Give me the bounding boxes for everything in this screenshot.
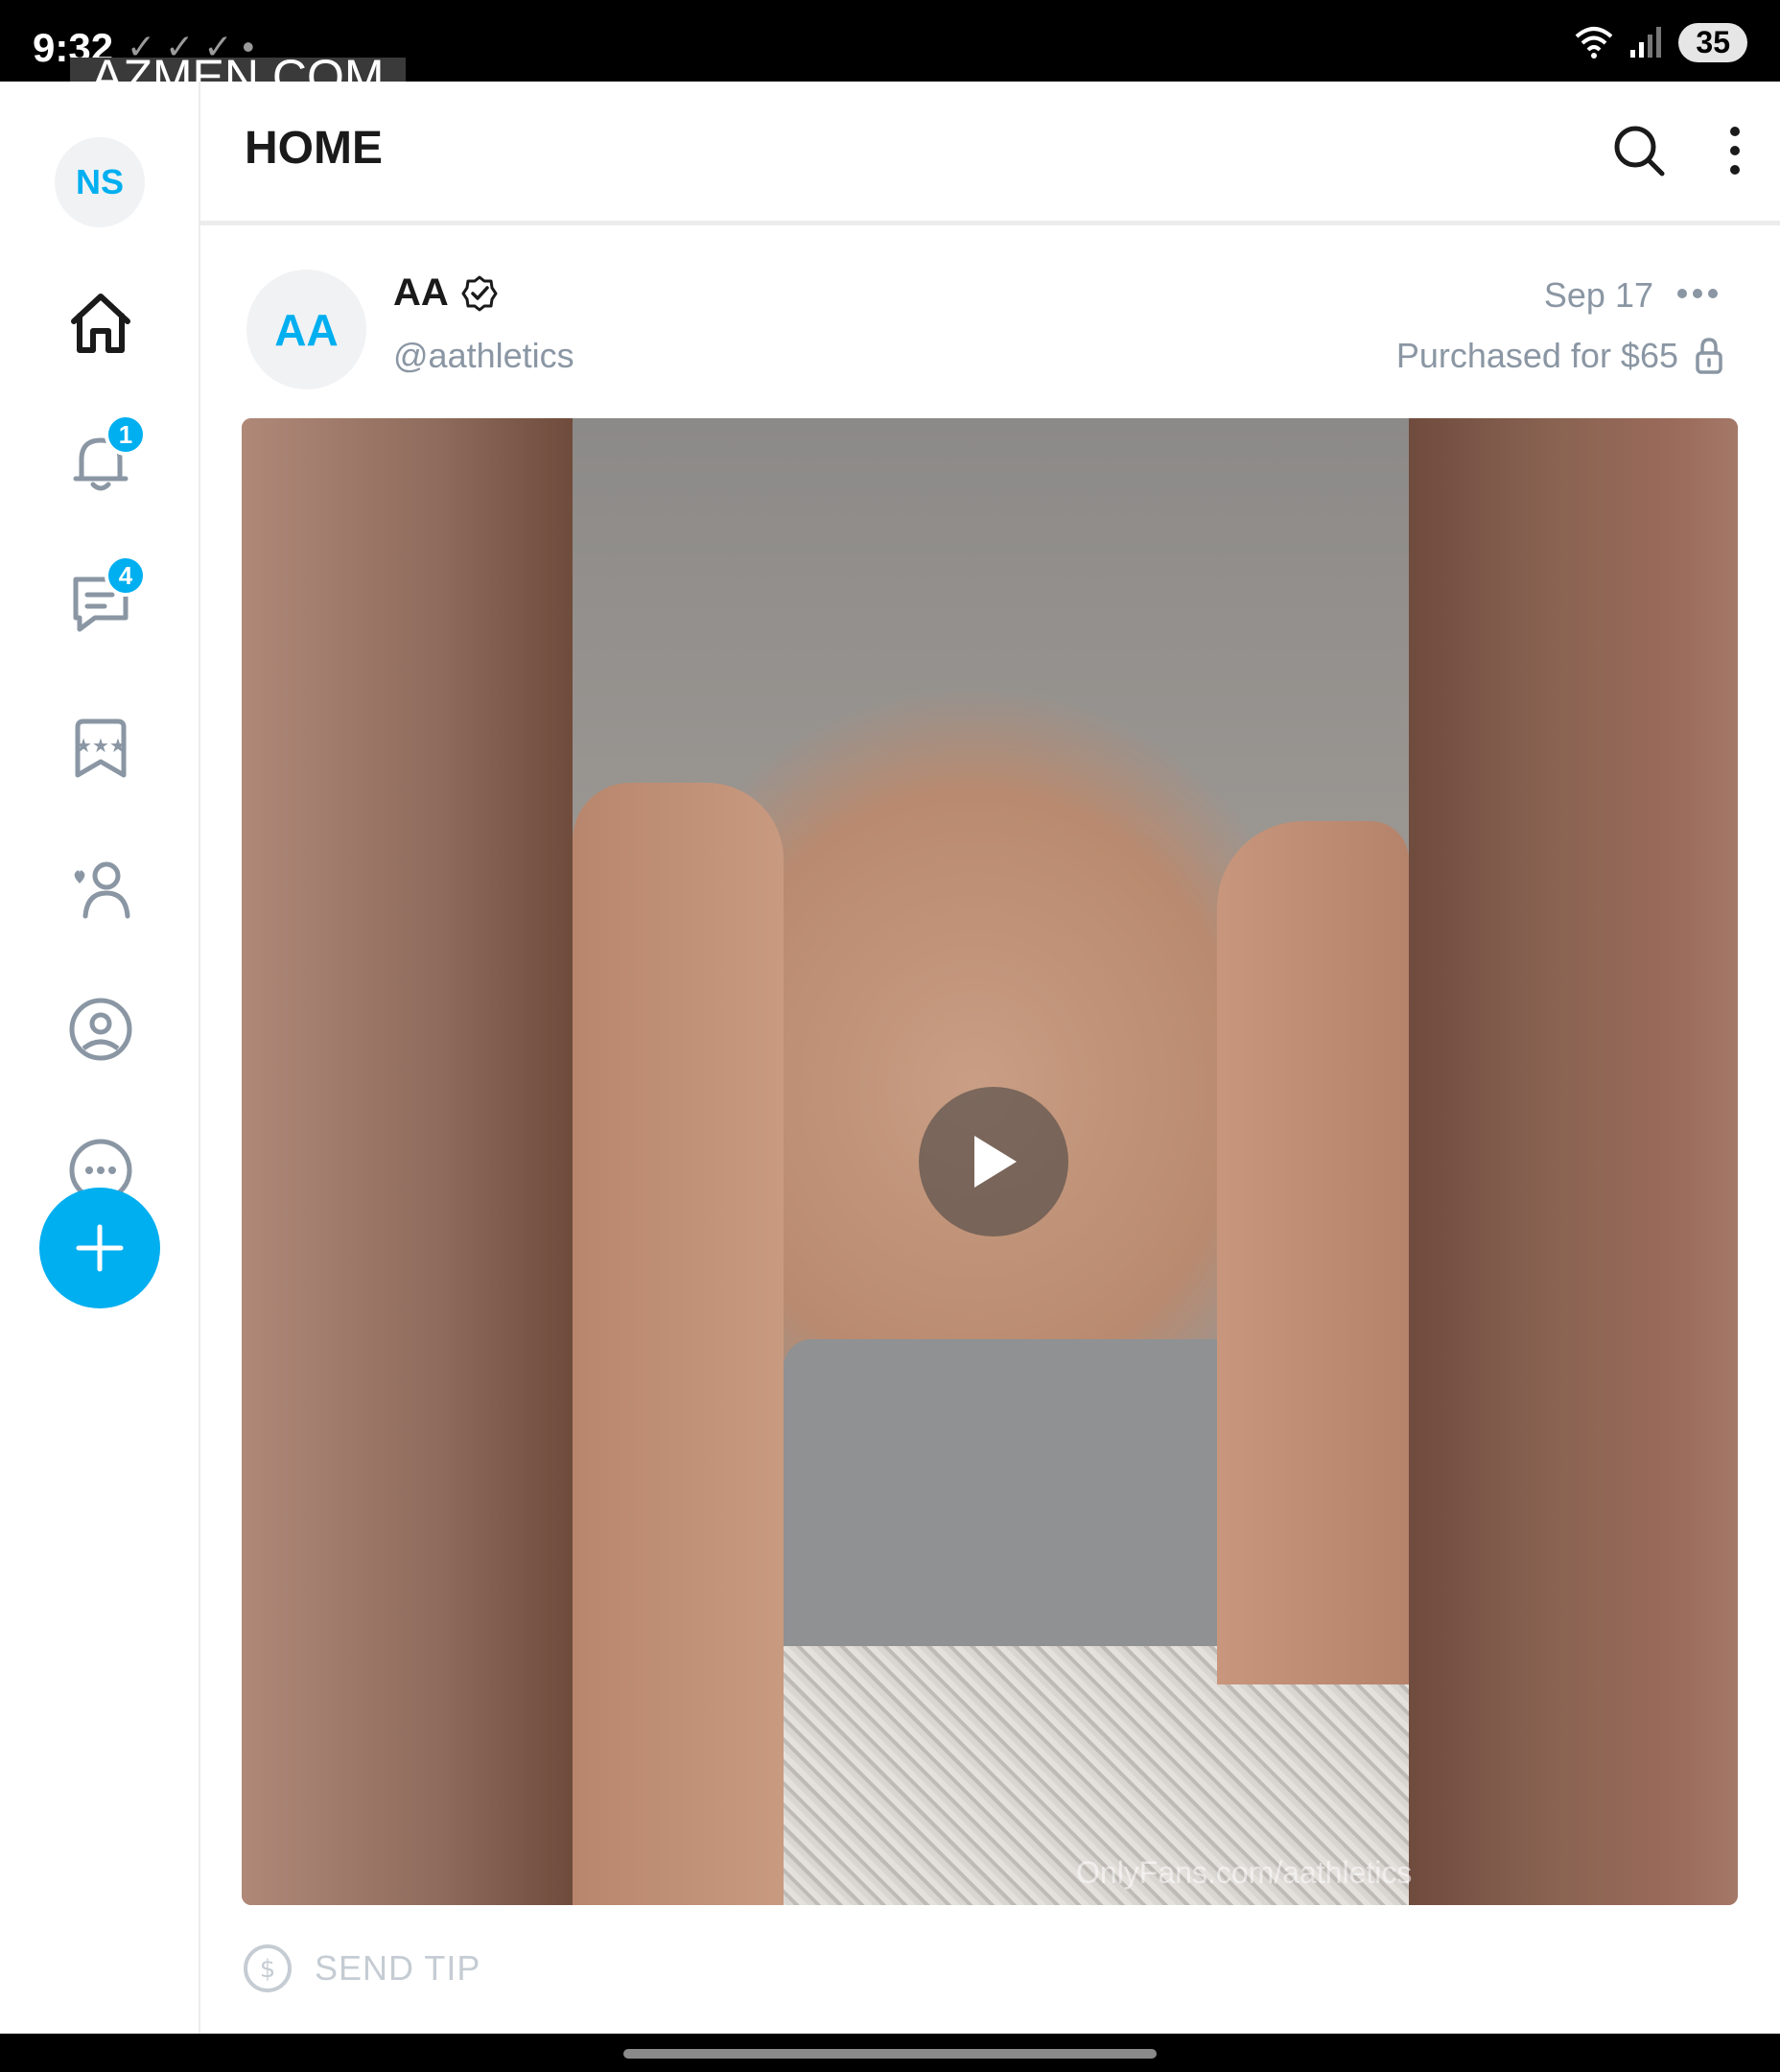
- purchase-text: Purchased for $65: [1395, 336, 1678, 375]
- header-menu-button[interactable]: [1716, 122, 1754, 179]
- verified-icon: [461, 275, 498, 311]
- user-avatar[interactable]: NS: [55, 137, 145, 227]
- dots-icon: [1677, 289, 1718, 298]
- author-name[interactable]: AA: [393, 271, 449, 315]
- video-scene-arm-left: [573, 783, 784, 1905]
- kebab-icon: [1730, 127, 1740, 175]
- sidebar-item-notifications[interactable]: 1: [62, 413, 147, 502]
- home-icon: [71, 294, 130, 353]
- plus-icon: [76, 1224, 124, 1272]
- post-options-button[interactable]: [1675, 278, 1721, 309]
- play-button[interactable]: [919, 1087, 1068, 1236]
- status-system-icons: 35: [1575, 21, 1747, 63]
- new-post-button[interactable]: [39, 1188, 160, 1308]
- play-icon: [974, 1136, 1017, 1188]
- messages-badge: 4: [105, 554, 147, 597]
- collections-icon: ★★★: [75, 718, 127, 778]
- send-tip-label: SEND TIP: [315, 1948, 481, 1988]
- notifications-badge: 1: [105, 413, 147, 456]
- sidebar-item-messages[interactable]: 4: [62, 554, 147, 643]
- battery-indicator: 35: [1678, 22, 1747, 62]
- post-date: Sep 17: [1543, 275, 1653, 315]
- media-credit: OnlyFans.com/aathletics: [1076, 1855, 1413, 1890]
- media-blur-right: [1407, 418, 1738, 1905]
- dollar-icon: $: [244, 1944, 292, 1992]
- search-icon: [1614, 126, 1665, 177]
- sidebar-item-profile[interactable]: [62, 991, 139, 1068]
- sidebar-item-home[interactable]: [62, 285, 139, 362]
- author-handle[interactable]: @aathletics: [393, 336, 574, 376]
- purchase-info: Purchased for $65: [1396, 336, 1724, 376]
- subscriptions-icon: [74, 861, 130, 919]
- search-button[interactable]: [1610, 122, 1668, 179]
- video-scene-towel: [784, 1339, 1282, 1646]
- svg-text:★★★: ★★★: [75, 734, 127, 757]
- home-indicator[interactable]: [623, 2049, 1157, 2059]
- svg-text:$: $: [260, 1955, 276, 1984]
- sidebar-item-subscriptions[interactable]: [62, 851, 139, 928]
- page-title: HOME: [245, 123, 383, 174]
- signal-icon: [1630, 27, 1662, 58]
- media-blur-left: [242, 418, 573, 1905]
- send-tip-button[interactable]: $ SEND TIP: [242, 1942, 480, 1994]
- author-name-row[interactable]: AA: [393, 271, 499, 315]
- sidebar: NS 1 4 ★★★: [0, 82, 200, 2034]
- wifi-icon: [1576, 27, 1613, 59]
- profile-icon: [69, 998, 132, 1061]
- video-scene-arm-right: [1217, 821, 1409, 1684]
- lock-icon: [1696, 338, 1722, 374]
- sidebar-item-collections[interactable]: ★★★: [62, 710, 139, 787]
- author-avatar[interactable]: AA: [246, 270, 366, 389]
- top-header: HOME: [200, 82, 1780, 225]
